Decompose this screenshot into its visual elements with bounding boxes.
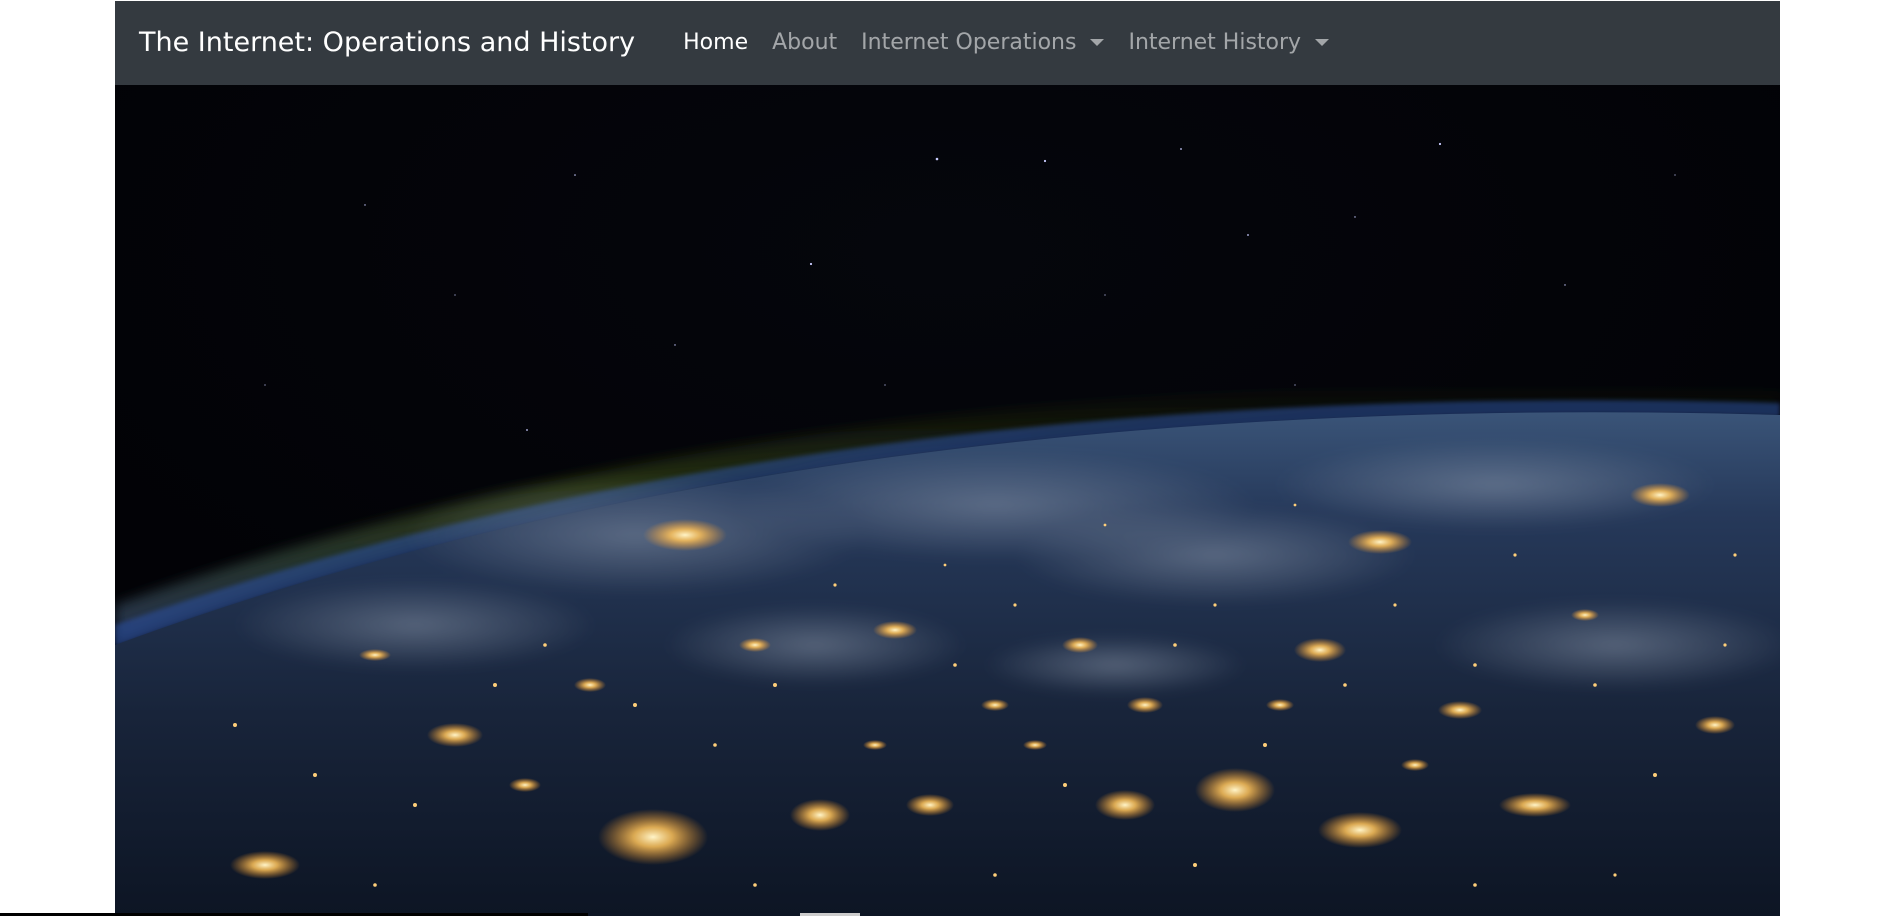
nav-item-internet-operations-label: Internet Operations xyxy=(861,30,1077,55)
page: The Internet: Operations and History Hom… xyxy=(0,0,1897,916)
site-brand-link[interactable]: The Internet: Operations and History xyxy=(139,1,635,85)
chevron-down-icon xyxy=(1090,38,1105,46)
earth-night-illustration xyxy=(115,85,1780,916)
nav-dropdown-internet-history[interactable]: Internet History xyxy=(1116,1,1341,85)
nav-item-home-label: Home xyxy=(683,30,749,55)
nav-menu: Home About Internet Operations Internet … xyxy=(671,1,1341,85)
nav-item-internet-history-label: Internet History xyxy=(1128,30,1302,55)
main-container: The Internet: Operations and History Hom… xyxy=(115,1,1780,916)
nav-item-about[interactable]: About xyxy=(760,1,849,85)
navbar: The Internet: Operations and History Hom… xyxy=(115,1,1780,85)
nav-item-about-label: About xyxy=(772,30,838,55)
hero-image-earth-at-night xyxy=(115,85,1780,916)
chevron-down-icon xyxy=(1315,38,1330,46)
nav-dropdown-internet-operations[interactable]: Internet Operations xyxy=(849,1,1116,85)
nav-item-home[interactable]: Home xyxy=(671,1,760,85)
